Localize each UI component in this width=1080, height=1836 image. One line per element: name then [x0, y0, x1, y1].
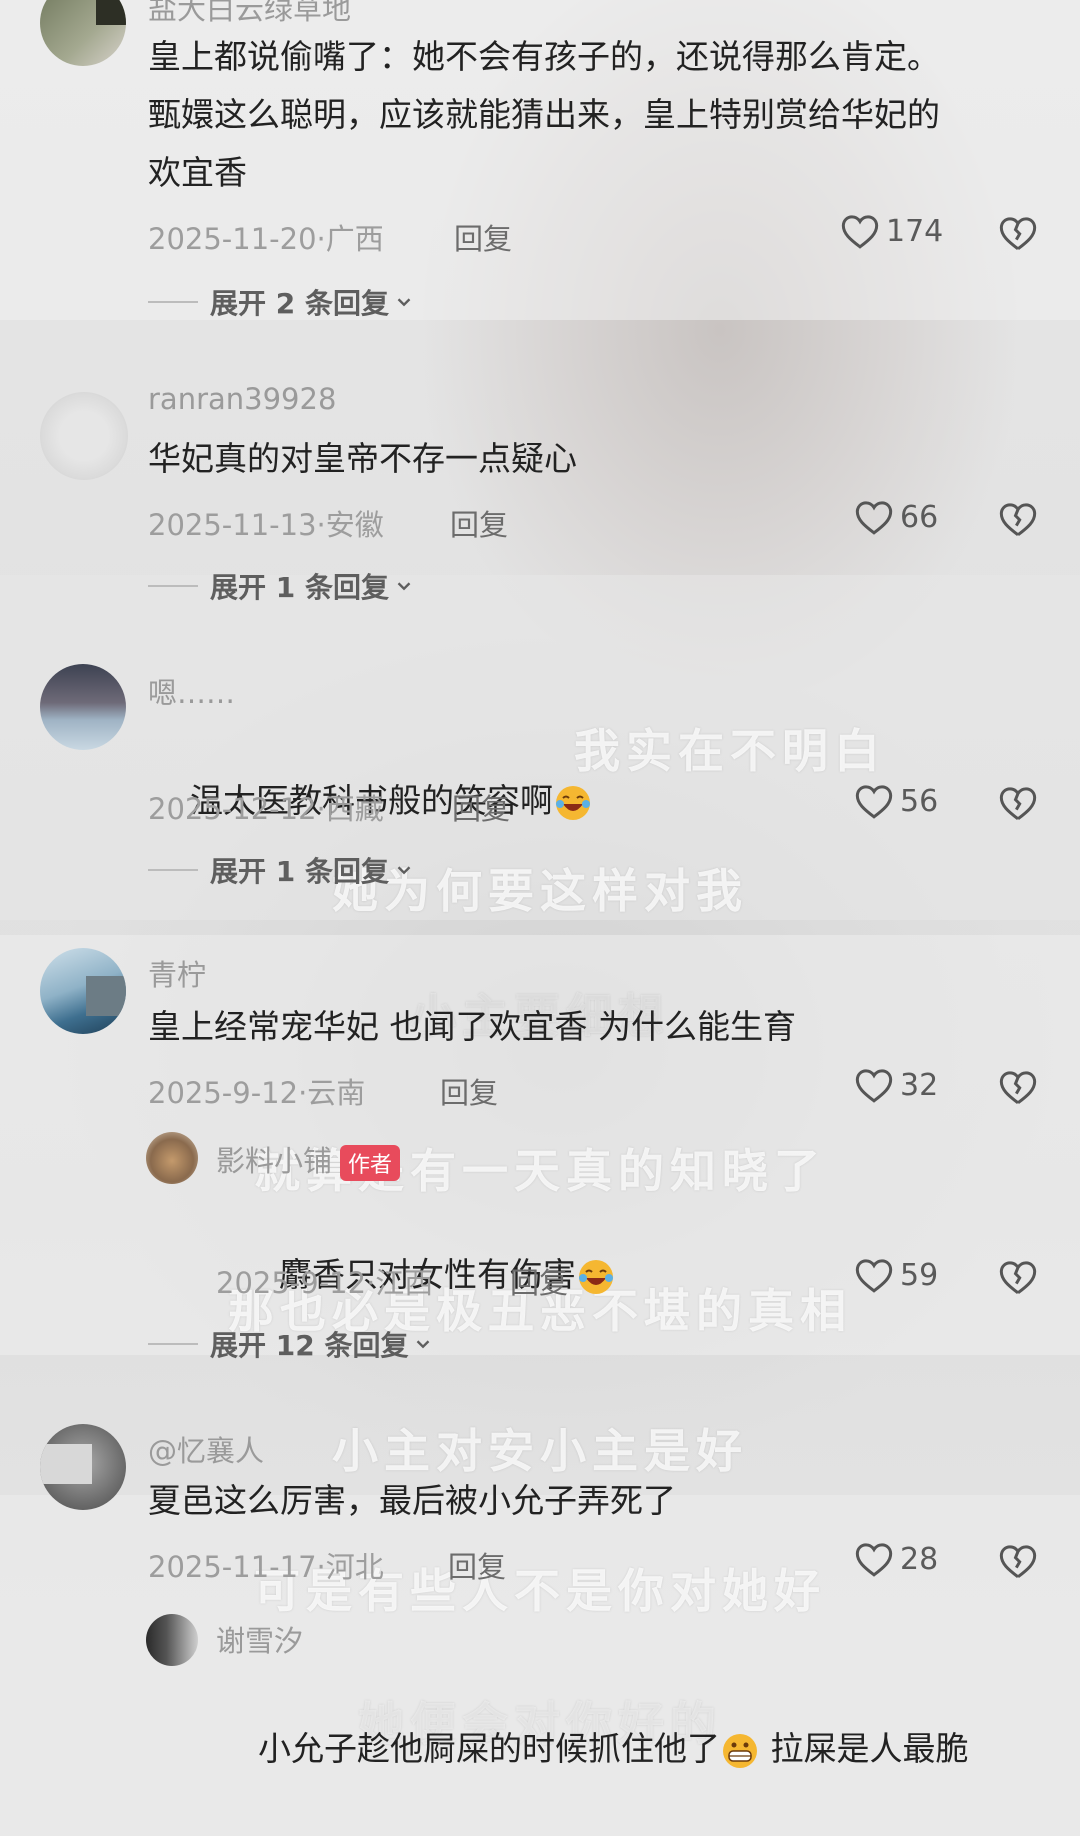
author-badge: 作者 [340, 1145, 401, 1181]
comment-date-location: 2025-11-17·河北 [148, 1550, 384, 1584]
like-button[interactable]: 32 [854, 1066, 938, 1104]
dislike-button[interactable] [998, 1068, 1038, 1108]
heart-icon [841, 215, 879, 249]
broken-heart-icon [999, 1545, 1037, 1579]
comment-username[interactable]: 嗯…… [148, 670, 235, 712]
divider-dash [148, 1343, 198, 1345]
heart-icon [855, 1543, 893, 1577]
avatar[interactable] [40, 948, 126, 1034]
laughing-crying-emoji [555, 785, 590, 820]
like-count: 56 [900, 783, 939, 819]
chevron-down-icon [397, 298, 411, 307]
reply-button[interactable]: 回复 [510, 1260, 568, 1302]
expand-label: 展开 1 条回复 [210, 571, 389, 604]
broken-heart-icon [999, 1071, 1037, 1105]
like-button[interactable]: 56 [854, 782, 938, 820]
reply-button[interactable]: 回复 [454, 216, 512, 258]
dislike-button[interactable] [998, 214, 1038, 254]
expand-label: 展开 2 条回复 [210, 287, 389, 320]
dislike-button[interactable] [998, 784, 1038, 824]
comment-text-line: 甄嬛这么聪明，应该就能猜出来，皇上特别赏给华妃的 [148, 95, 940, 134]
like-button[interactable]: 59 [854, 1256, 938, 1294]
comment-text: 皇上经常宠华妃 也闻了欢宜香 为什么能生育 [148, 1007, 796, 1046]
comment-username[interactable]: 青柠 [148, 952, 206, 994]
expand-replies-button[interactable]: 展开 12 条回复 [148, 1324, 434, 1364]
expand-label: 展开 12 条回复 [210, 1329, 409, 1362]
comment-text: 夏邑这么厉害，最后被小允子弄死了 [148, 1481, 676, 1520]
like-button[interactable]: 174 [840, 212, 943, 250]
reply-username-text: 影料小铺 [216, 1144, 333, 1178]
comment-username[interactable]: 谢雪汐 [216, 1618, 303, 1660]
avatar[interactable] [146, 1614, 198, 1666]
avatar[interactable] [40, 392, 128, 480]
comment-username[interactable]: 盐大白云绿草地 [148, 0, 351, 28]
like-count: 66 [900, 499, 939, 535]
dislike-button[interactable] [998, 1258, 1038, 1298]
comment-text-content: 拉屎是人最脆 [759, 1729, 969, 1768]
heart-icon [855, 1259, 893, 1293]
reply-date-location: 2025-9-12·江西 [216, 1266, 434, 1300]
like-count: 32 [900, 1067, 939, 1103]
dislike-button[interactable] [998, 500, 1038, 540]
comment-date-location: 2025-9-12·云南 [148, 1076, 366, 1110]
comment-date-location: 2025-11-13·安徽 [148, 508, 384, 542]
chevron-down-icon [397, 866, 411, 875]
comment-date-location: 2025-11-20·广西 [148, 222, 384, 256]
comment-text-line: 皇上都说偷嘴了：她不会有孩子的，还说得那么肯定。 [148, 37, 940, 76]
like-button[interactable]: 28 [854, 1540, 938, 1578]
reply-button[interactable]: 回复 [450, 502, 508, 544]
comment-text: 小允子趁他屙屎的时候抓住他了 拉屎是人最脆 [216, 1662, 969, 1836]
avatar[interactable] [146, 1132, 198, 1184]
comment-date-location: 2025-12-12·西藏 [148, 792, 384, 826]
broken-heart-icon [999, 503, 1037, 537]
like-count: 59 [900, 1257, 939, 1293]
reply-button[interactable]: 回复 [452, 786, 510, 828]
reply-button[interactable]: 回复 [448, 1544, 506, 1586]
reply-username[interactable]: 影料小铺 作者 [216, 1138, 401, 1181]
chevron-down-icon [417, 1340, 430, 1349]
comment-username[interactable]: @忆襄人 [148, 1428, 264, 1470]
comment-username[interactable]: ranran39928 [148, 382, 336, 416]
heart-icon [855, 785, 893, 819]
avatar[interactable] [40, 1424, 126, 1510]
like-count: 28 [900, 1541, 939, 1577]
heart-icon [855, 1069, 893, 1103]
expand-replies-button[interactable]: 展开 1 条回复 [148, 850, 415, 890]
reply-button[interactable]: 回复 [440, 1070, 498, 1112]
like-count: 174 [886, 213, 944, 249]
broken-heart-icon [999, 1261, 1037, 1295]
heart-icon [855, 501, 893, 535]
comment-text: 华妃真的对皇帝不存一点疑心 [148, 439, 577, 478]
avatar[interactable] [40, 664, 126, 750]
grinning-emoji [722, 1733, 757, 1768]
comment-text-line: 欢宜香 [148, 153, 247, 192]
divider-dash [148, 301, 198, 303]
expand-label: 展开 1 条回复 [210, 855, 389, 888]
broken-heart-icon [999, 787, 1037, 821]
comment-text-content: 小允子趁他屙屎的时候抓住他了 [257, 1729, 720, 1768]
like-button[interactable]: 66 [854, 498, 938, 536]
laughing-crying-emoji [578, 1259, 613, 1294]
broken-heart-icon [999, 217, 1037, 251]
divider-dash [148, 585, 198, 587]
expand-replies-button[interactable]: 展开 2 条回复 [148, 282, 415, 322]
dislike-button[interactable] [998, 1542, 1038, 1582]
expand-replies-button[interactable]: 展开 1 条回复 [148, 566, 415, 606]
divider-dash [148, 869, 198, 871]
chevron-down-icon [397, 582, 411, 591]
